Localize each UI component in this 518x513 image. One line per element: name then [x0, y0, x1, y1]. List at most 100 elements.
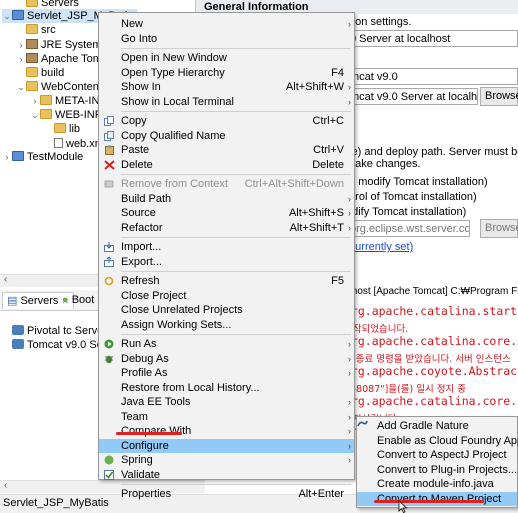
menu-item-shortcut: Alt+Shift+S [288, 207, 344, 219]
menu-item-properties[interactable]: Properties Alt+Enter [99, 487, 354, 501]
menu-item-label: Import... [121, 241, 162, 253]
tree-item-label: WEB-INF [55, 109, 102, 121]
menu-separator [121, 237, 351, 238]
server-location-option-1[interactable]: ot modify Tomcat installation) [346, 176, 488, 188]
expand-chevron-right-icon[interactable]: › [16, 38, 26, 52]
menu-item-compare-with[interactable]: Compare With › [99, 424, 354, 438]
menu-item-label: Configure [121, 439, 169, 452]
deploy-description-2: make changes. [346, 158, 421, 170]
submenu-item-convert-to-aspectj-project[interactable]: Convert to AspectJ Project [357, 448, 517, 462]
browse-button[interactable]: Browse... [480, 87, 518, 106]
submenu-item-convert-to-maven-project[interactable]: Convert to Maven Project [357, 491, 517, 506]
submenu-item-label: Add Gradle Nature [377, 420, 469, 432]
menu-item-label: Delete [121, 158, 153, 171]
tree-item[interactable]: › META-INF [30, 94, 106, 108]
menu-item-validate[interactable]: Validate [99, 468, 354, 482]
menu-item-close-unrelated-projects[interactable]: Close Unrelated Projects [99, 303, 354, 317]
menu-item-new[interactable]: New › [99, 17, 354, 31]
expand-chevron-down-icon[interactable]: ⌄ [2, 9, 12, 23]
submenu-item-create-module-info-java[interactable]: Create module-info.java [357, 477, 517, 491]
menu-item-label: Show in Local Terminal [121, 95, 234, 108]
server-location-option-2[interactable]: ntrol of Tomcat installation) [346, 191, 477, 203]
import-icon [104, 242, 115, 252]
submenu-item-convert-to-plug-in-projects[interactable]: Convert to Plug-in Projects... [357, 463, 517, 477]
project-icon [12, 151, 24, 161]
expand-chevron-down-icon[interactable]: ⌄ [16, 80, 26, 94]
tree-item[interactable]: ⌄ WebContent [16, 80, 102, 94]
menu-item-refresh[interactable]: Refresh F5 [99, 274, 354, 288]
submenu-arrow-icon: › [348, 208, 351, 218]
deploy-path-field[interactable]: org.eclipse.wst.server.core\ [346, 220, 470, 237]
menu-item-shortcut: Ctrl+Alt+Shift+Down [244, 178, 344, 190]
submenu-arrow-icon: › [348, 96, 351, 107]
menu-item-team[interactable]: Team › [99, 410, 354, 424]
menu-item-label: Copy Qualified Name [121, 129, 226, 142]
annotation-underline-configure [116, 432, 182, 435]
menu-item-open-type-hierarchy[interactable]: Open Type Hierarchy F4 [99, 66, 354, 80]
console-line: org.apache.coyote.Abstrac [344, 364, 518, 378]
tree-item[interactable]: build [16, 66, 64, 80]
submenu-item-label: Convert to Maven Project [377, 492, 502, 505]
tree-item[interactable]: lib [44, 122, 80, 136]
menu-item-debug-as[interactable]: Debug As › [99, 352, 354, 366]
submenu-item-label: Convert to Plug-in Projects... [377, 463, 518, 476]
menu-separator [121, 334, 351, 335]
menu-item-delete[interactable]: Delete Delete [99, 158, 354, 172]
submenu-arrow-icon: › [348, 353, 351, 364]
menu-item-profile-as[interactable]: Profile As › [99, 366, 354, 380]
scroll-left-arrow-icon[interactable]: ‹ [4, 274, 7, 285]
menu-item-show-in-local-terminal[interactable]: Show in Local Terminal › [99, 95, 354, 109]
submenu-arrow-icon: › [348, 19, 351, 29]
runtime-field[interactable]: mcat v9.0 [346, 68, 518, 85]
tree-item-label: WebContent [41, 81, 102, 93]
expand-chevron-right-icon[interactable]: › [30, 94, 40, 108]
configuration-path-field[interactable]: mcat v9.0 Server at localhost- [346, 88, 478, 105]
menu-item-build-path[interactable]: Build Path › [99, 192, 354, 206]
server-icon [12, 325, 24, 335]
browse-button-2[interactable]: Browse... [480, 219, 518, 238]
folder-icon [26, 0, 38, 7]
submenu-item-add-gradle-nature[interactable]: Add Gradle Nature [357, 419, 517, 433]
menu-item-import[interactable]: Import... [99, 240, 354, 254]
server-name-field[interactable]: 0 Server at localhost [346, 30, 518, 47]
tree-item[interactable]: web.xml [44, 137, 106, 151]
scroll-left-arrow-icon[interactable]: ‹ [4, 480, 7, 491]
delete-icon [104, 159, 115, 170]
menu-item-source[interactable]: Source Alt+Shift+S › [99, 206, 354, 220]
expand-chevron-right-icon[interactable]: › [16, 52, 26, 66]
menu-item-assign-working-sets[interactable]: Assign Working Sets... [99, 318, 354, 332]
submenu-item-enable-as-cloud-foundry-app[interactable]: Enable as Cloud Foundry App [357, 434, 518, 448]
menu-item-label: Java EE Tools [121, 396, 191, 408]
menu-item-show-in[interactable]: Show In Alt+Shift+W › [99, 80, 354, 94]
expand-chevron-down-icon[interactable]: ⌄ [30, 108, 40, 122]
menu-item-go-into[interactable]: Go Into [99, 32, 354, 46]
tree-item[interactable]: src [16, 23, 56, 37]
menu-item-spring[interactable]: Spring › [99, 453, 354, 467]
menu-item-shortcut: Alt+Shift+W [285, 81, 344, 93]
menu-item-run-as[interactable]: Run As › [99, 337, 354, 351]
menu-item-label: Debug As [121, 352, 169, 365]
submenu-item-label: Convert to AspectJ Project [377, 449, 507, 461]
tree-item-label: build [41, 67, 65, 79]
expand-chevron-right-icon[interactable]: › [2, 150, 12, 164]
tree-item[interactable]: › TestModule [2, 150, 83, 164]
menu-item-copy-qualified-name[interactable]: Copy Qualified Name [99, 129, 354, 143]
mouse-cursor-icon [398, 500, 408, 513]
menu-item-refactor[interactable]: Refactor Alt+Shift+T › [99, 221, 354, 235]
menu-item-java-ee-tools[interactable]: Java EE Tools › [99, 395, 354, 409]
menu-item-shortcut: Alt+Enter [298, 488, 344, 500]
menu-item-close-project[interactable]: Close Project [99, 289, 354, 303]
tree-item-label: lib [69, 123, 81, 135]
currently-set-link[interactable]: (currently set) [346, 241, 413, 253]
menu-item-label: Assign Working Sets... [121, 318, 232, 331]
tree-item[interactable]: ⌄ WEB-INF [30, 108, 101, 122]
menu-item-label: Refactor [121, 221, 163, 234]
validate-icon [104, 469, 115, 480]
menu-item-paste[interactable]: Paste Ctrl+V [99, 143, 354, 157]
menu-item-export[interactable]: Export... [99, 255, 354, 269]
server-location-option-3[interactable]: odify Tomcat installation) [346, 206, 466, 218]
menu-item-copy[interactable]: Copy Ctrl+C [99, 114, 354, 128]
menu-item-restore-from-local-history[interactable]: Restore from Local History... [99, 381, 354, 395]
menu-item-configure[interactable]: Configure › [99, 438, 354, 453]
menu-item-open-in-new-window[interactable]: Open in New Window [99, 51, 354, 65]
